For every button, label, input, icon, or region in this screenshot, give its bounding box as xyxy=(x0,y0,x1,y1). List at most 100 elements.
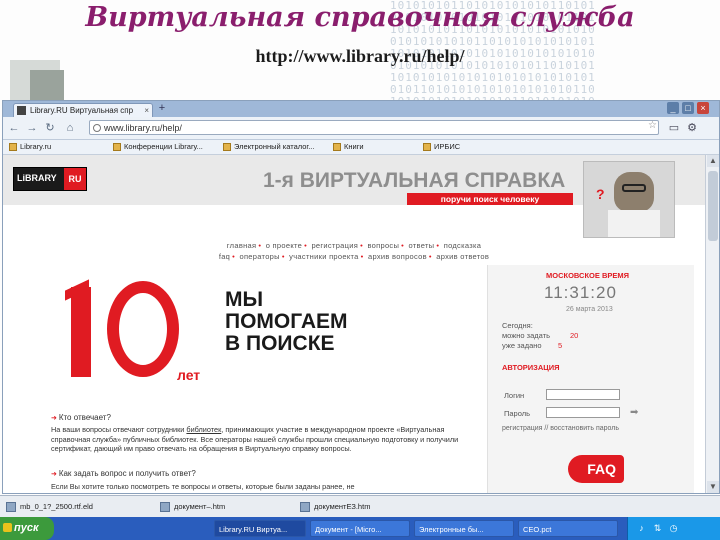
favicon-icon xyxy=(17,106,26,115)
network-icon[interactable]: ⇅ xyxy=(652,523,663,534)
who-answers-text: На ваши вопросы отвечают сотрудники библ… xyxy=(51,425,471,454)
moscow-time-label: МОСКОВСКОЕ ВРЕМЯ xyxy=(546,271,630,280)
today-label: Сегодня: xyxy=(502,321,533,330)
slogan-line: МЫ xyxy=(225,288,264,311)
scroll-up-icon[interactable]: ▲ xyxy=(707,155,719,167)
close-window-icon[interactable]: × xyxy=(697,102,709,114)
hero-title: 1-я ВИРТУАЛЬНАЯ СПРАВКА xyxy=(263,169,566,192)
menu-item[interactable]: архив ответов xyxy=(436,252,489,261)
volume-icon[interactable]: ♪ xyxy=(636,523,647,534)
back-icon[interactable]: ← xyxy=(7,121,21,135)
system-tray: ♪ ⇅ ◷ xyxy=(627,517,720,540)
menu-item[interactable]: главная xyxy=(227,241,257,250)
taskbar-window[interactable]: Электронные бы... xyxy=(414,520,514,537)
start-button[interactable]: пуск xyxy=(0,517,54,540)
slide-url: http://www.library.ru/help/ xyxy=(255,46,465,66)
bookmark-item[interactable]: Электронный каталог... xyxy=(223,141,314,153)
how-ask-text: Если Вы хотите только посмотреть те вопр… xyxy=(51,482,355,491)
library-logo[interactable]: LiBRARY RU xyxy=(13,167,87,191)
taskbar-window[interactable]: CEO.pct xyxy=(518,520,618,537)
maximize-icon[interactable]: □ xyxy=(682,102,694,114)
menu-item[interactable]: вопросы xyxy=(367,241,399,250)
bookmark-item[interactable]: Конференции Library... xyxy=(113,141,203,153)
asked-label: уже задано xyxy=(502,341,542,350)
hero-subtitle: поручи поиск человеку xyxy=(407,193,573,205)
bookmarks-bar: Library.ru Конференции Library... Электр… xyxy=(3,140,719,155)
asked-count: 5 xyxy=(558,341,563,350)
download-item[interactable]: mb_0_1?_2500.rtf.eld xyxy=(6,500,93,514)
digit-zero xyxy=(107,281,179,377)
faq-button[interactable]: FAQ xyxy=(568,455,624,483)
download-item[interactable]: документЕЗ.htm xyxy=(300,500,370,514)
logo-ru: RU xyxy=(64,168,86,190)
menu-item[interactable]: операторы xyxy=(239,252,279,261)
address-bar[interactable]: www.library.ru/help/ xyxy=(89,120,659,135)
slogan: МЫ ПОМОГАЕМ В ПОИСКЕ xyxy=(225,289,348,355)
web-page: LiBRARY RU 1-я ВИРТУАЛЬНАЯ СПРАВКА поруч… xyxy=(3,155,705,493)
menu-item[interactable]: ответы xyxy=(408,241,434,250)
libraries-link[interactable]: библиотек xyxy=(186,425,221,434)
slide-title: Виртуальная справочная служба xyxy=(85,2,635,33)
scroll-down-icon[interactable]: ▼ xyxy=(707,481,719,493)
windows-taskbar: пуск Library.RU Виртуа... Документ - [Mi… xyxy=(0,517,720,540)
how-ask-heading[interactable]: Как задать вопрос и получить ответ? xyxy=(51,469,196,478)
mascot-body xyxy=(608,210,660,237)
ten-years-logo: лет xyxy=(65,275,215,395)
secondary-menu: faq • операторы • участники проекта • архив… xyxy=(218,252,490,261)
sidebar-panel: МОСКОВСКОЕ ВРЕМЯ 11:31:20 26 марта 2013 … xyxy=(487,265,694,493)
clock: 11:31:20 xyxy=(544,283,617,302)
login-input[interactable] xyxy=(546,389,620,400)
menu-item[interactable]: faq xyxy=(219,252,230,261)
auth-label: АВТОРИЗАЦИЯ xyxy=(502,363,560,372)
password-input[interactable] xyxy=(546,407,620,418)
new-tab-button[interactable]: + xyxy=(155,103,169,115)
mascot-glasses xyxy=(622,184,646,192)
mascot-image: ? xyxy=(583,161,675,238)
home-icon[interactable]: ⌂ xyxy=(63,121,77,135)
download-item[interactable]: документ–.htm xyxy=(160,500,225,514)
years-label: лет xyxy=(177,367,201,383)
vertical-scrollbar[interactable]: ▲ ▼ xyxy=(705,155,719,493)
minimize-icon[interactable]: _ xyxy=(667,102,679,114)
logo-text: LiBRARY xyxy=(17,173,57,183)
page-menu-icon[interactable]: ▭ xyxy=(667,121,681,135)
decorative-square-inner xyxy=(30,70,64,100)
who-answers-text-part: На ваши вопросы отвечают сотрудники xyxy=(51,425,185,434)
reload-icon[interactable]: ↻ xyxy=(43,121,57,135)
menu-item[interactable]: архив вопросов xyxy=(368,252,427,261)
address-text: www.library.ru/help/ xyxy=(104,123,182,133)
browser-tab[interactable]: Library.RU Виртуальная спр × xyxy=(13,103,153,117)
navigation-bar: ← → ↻ ⌂ www.library.ru/help/ ☆ ▭ ⚙ xyxy=(3,117,719,140)
menu-item[interactable]: о проекте xyxy=(266,241,302,250)
digit-one xyxy=(71,287,91,377)
slogan-line: В ПОИСКЕ xyxy=(225,332,335,355)
scroll-thumb[interactable] xyxy=(708,171,718,241)
can-ask-label: можно задать xyxy=(502,331,550,340)
menu-item[interactable]: регистрация xyxy=(311,241,358,250)
taskbar-window[interactable]: Документ - [Micro... xyxy=(310,520,410,537)
can-ask-count: 20 xyxy=(570,331,579,340)
date-label: 26 марта 2013 xyxy=(566,306,613,313)
forward-icon[interactable]: → xyxy=(25,121,39,135)
bookmark-item[interactable]: ИРБИС xyxy=(423,141,460,153)
who-answers-heading[interactable]: Кто отвечает? xyxy=(51,413,111,422)
bookmark-star-icon[interactable]: ☆ xyxy=(648,120,660,134)
tab-title: Library.RU Виртуальная спр xyxy=(30,106,134,115)
slogan-line: ПОМОГАЕМ xyxy=(225,310,348,333)
clock-icon[interactable]: ◷ xyxy=(668,523,679,534)
register-link[interactable]: регистрация // восстановить пароль xyxy=(502,425,619,432)
globe-icon xyxy=(93,124,101,132)
mascot-face xyxy=(614,172,654,212)
submit-arrow-icon[interactable]: ➡ xyxy=(630,407,638,418)
bookmark-item[interactable]: Library.ru xyxy=(9,141,51,153)
login-label: Логин xyxy=(504,391,525,400)
menu-item[interactable]: участники проекта xyxy=(289,252,358,261)
bookmark-item[interactable]: Книги xyxy=(333,141,364,153)
taskbar-window[interactable]: Library.RU Виртуа... xyxy=(214,520,306,537)
tab-bar: Library.RU Виртуальная спр × + _ □ × xyxy=(3,101,719,117)
menu-item[interactable]: подсказка xyxy=(444,241,481,250)
question-mark-icon: ? xyxy=(596,186,605,202)
password-label: Пароль xyxy=(504,409,531,418)
wrench-icon[interactable]: ⚙ xyxy=(685,121,699,135)
close-tab-icon[interactable]: × xyxy=(144,104,149,117)
